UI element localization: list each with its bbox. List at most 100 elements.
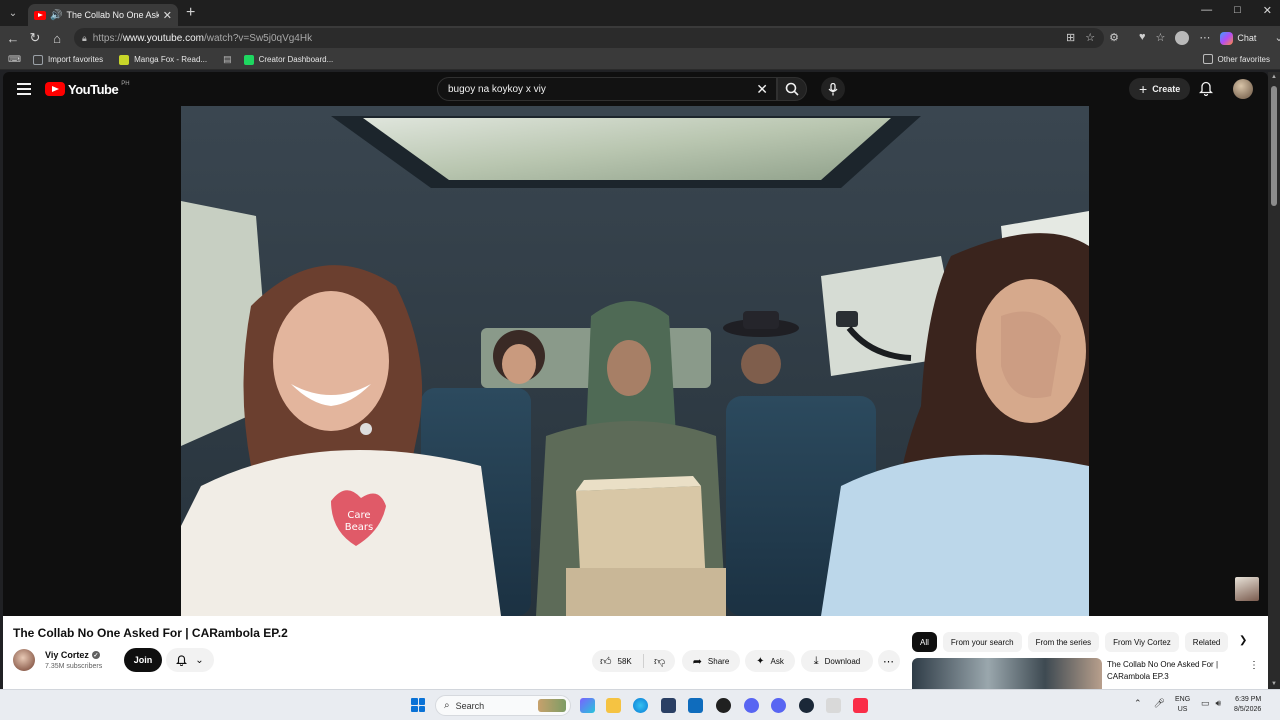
other-favorites[interactable]: Other favorites bbox=[1202, 54, 1270, 64]
video-player[interactable]: Care Bears bbox=[181, 106, 1089, 616]
notepad-icon[interactable] bbox=[826, 698, 841, 713]
minimize-icon[interactable]: — bbox=[1201, 4, 1212, 17]
discord-icon[interactable] bbox=[744, 698, 759, 713]
refresh-icon[interactable]: ↻ bbox=[24, 30, 46, 46]
voice-search-button[interactable] bbox=[821, 77, 845, 101]
window-close-icon[interactable]: ✕ bbox=[1263, 4, 1272, 17]
chip-related[interactable]: Related bbox=[1184, 632, 1229, 652]
tab-actions-menu-icon[interactable]: ⌄ bbox=[2, 3, 24, 23]
quick-settings[interactable]: ▭ 🔊︎ bbox=[1201, 698, 1221, 709]
ask-button[interactable]: ✦ Ask bbox=[745, 650, 795, 672]
browser-essentials-icon[interactable]: ♥︎ bbox=[1139, 31, 1146, 45]
subscription-notifications-button[interactable]: ⌄ bbox=[166, 648, 214, 672]
taskbar-search-placeholder: Search bbox=[455, 700, 485, 711]
copilot-chat-button[interactable]: Chat bbox=[1220, 31, 1256, 45]
new-tab-button[interactable]: + bbox=[186, 4, 195, 22]
tab-audio-speaker-icon[interactable]: 🔊 bbox=[50, 10, 62, 21]
home-icon[interactable]: ⌂ bbox=[46, 31, 68, 46]
download-button[interactable]: ⤓ Download bbox=[801, 650, 873, 672]
file-explorer-icon[interactable] bbox=[606, 698, 621, 713]
address-bar[interactable]: 🔒︎ https://www.youtube.com/watch?v=Sw5j0… bbox=[74, 28, 1104, 48]
microphone-icon[interactable]: 🎤︎ bbox=[1154, 698, 1165, 709]
back-arrow-icon[interactable]: ← bbox=[2, 31, 24, 46]
channel-name-link[interactable]: Viy Cortez ✓ bbox=[45, 650, 100, 660]
favorite-star-icon[interactable]: ☆ bbox=[1085, 31, 1095, 45]
show-hidden-icons-chevron-icon[interactable]: ⌃ bbox=[1134, 698, 1142, 709]
scrollbar-thumb[interactable] bbox=[1271, 86, 1277, 206]
favorite-creator-dashboard[interactable]: Creator Dashboard... bbox=[243, 54, 334, 65]
folder-icon bbox=[1202, 54, 1213, 64]
maximize-icon[interactable]: □ bbox=[1234, 4, 1241, 17]
search-input[interactable]: bugoy na koykoy x viy ✕ bbox=[437, 77, 777, 101]
outlook-icon[interactable] bbox=[688, 698, 703, 713]
search-button[interactable] bbox=[777, 77, 807, 101]
scroll-down-icon[interactable]: ▼ bbox=[1271, 681, 1277, 687]
country-code: PH bbox=[121, 81, 130, 87]
dislike-button[interactable]: 👎︎ bbox=[644, 655, 665, 668]
steam-icon[interactable] bbox=[799, 698, 814, 713]
edge-browser-icon[interactable] bbox=[633, 698, 648, 713]
more-actions-icon[interactable]: ⋯ bbox=[878, 650, 900, 672]
account-avatar[interactable] bbox=[1233, 79, 1253, 99]
join-button[interactable]: Join bbox=[124, 648, 162, 672]
clear-search-icon[interactable]: ✕ bbox=[756, 81, 768, 98]
discord-ptb-icon[interactable] bbox=[771, 698, 786, 713]
share-arrow-icon: ➦ bbox=[692, 655, 702, 668]
recommendation-more-icon[interactable]: ⋮ bbox=[1249, 660, 1259, 671]
video-info-area: The Collab No One Asked For | CARambola … bbox=[3, 616, 1268, 689]
system-clock[interactable]: 6:39 PM 8/5/2026 bbox=[1234, 695, 1261, 715]
channel-avatar[interactable] bbox=[13, 649, 35, 671]
favorites-collection-icon[interactable]: ☆ bbox=[1156, 31, 1166, 45]
favorites-bar: ⌨︎ Import favorites Manga Fox - Read... … bbox=[0, 50, 1280, 70]
input-language[interactable]: ENG US bbox=[1175, 695, 1190, 715]
related-filter-chips: All From your search From the series Fro… bbox=[912, 632, 1256, 654]
chip-from-the-series[interactable]: From the series bbox=[1027, 632, 1100, 652]
reading-list-icon[interactable]: ▤ bbox=[223, 54, 232, 65]
volume-icon: 🔊︎ bbox=[1215, 698, 1222, 708]
chevron-right-icon[interactable]: ❯ bbox=[1239, 635, 1247, 646]
kick-icon bbox=[243, 54, 254, 65]
chevron-down-icon[interactable]: ⌄ bbox=[1274, 31, 1280, 45]
music-app-icon[interactable] bbox=[853, 698, 868, 713]
gamepad-icon[interactable]: ⌨︎ bbox=[8, 54, 21, 65]
app-icon[interactable] bbox=[716, 698, 731, 713]
scroll-up-icon[interactable]: ▲ bbox=[1271, 74, 1277, 80]
profile-avatar-icon[interactable] bbox=[1175, 31, 1190, 45]
favorite-label: Creator Dashboard... bbox=[258, 55, 334, 64]
settings-more-icon[interactable]: ⋯ bbox=[1199, 31, 1210, 45]
extensions-puzzle-icon[interactable]: ⚙ bbox=[1109, 31, 1119, 45]
favorite-label: Manga Fox - Read... bbox=[134, 55, 208, 64]
favorite-manga-fox[interactable]: Manga Fox - Read... bbox=[119, 54, 208, 65]
search-highlight-image bbox=[538, 699, 566, 712]
copilot-app-icon[interactable] bbox=[580, 698, 595, 713]
mini-thumbnail[interactable] bbox=[1235, 577, 1259, 601]
like-dislike-group: 👍︎ 58K 👎︎ bbox=[592, 650, 675, 672]
chip-from-channel[interactable]: From Viy Cortez bbox=[1105, 632, 1179, 652]
copilot-chat-label: Chat bbox=[1237, 33, 1257, 43]
site-info-lock-icon[interactable]: 🔒︎ bbox=[82, 33, 87, 44]
notifications-button[interactable] bbox=[1198, 80, 1214, 101]
create-button[interactable]: + Create bbox=[1129, 78, 1191, 100]
sparkle-icon: ✦ bbox=[756, 655, 765, 667]
chip-from-your-search[interactable]: From your search bbox=[942, 632, 1022, 652]
share-label: Share bbox=[707, 656, 730, 666]
menu-hamburger-icon[interactable] bbox=[17, 83, 31, 95]
tab-title: The Collab No One Asked For bbox=[66, 10, 159, 20]
share-button[interactable]: ➦ Share bbox=[682, 650, 740, 672]
recommendation-thumbnail[interactable] bbox=[912, 658, 1102, 689]
system-tray: ⌃ 🎤︎ bbox=[1134, 698, 1165, 709]
taskbar-search-box[interactable]: ⌕ Search bbox=[435, 695, 571, 716]
app-available-icon[interactable]: ⊞ bbox=[1066, 31, 1075, 45]
chip-all[interactable]: All bbox=[912, 632, 937, 652]
browser-tab-youtube[interactable]: 🔊 The Collab No One Asked For ✕ bbox=[28, 4, 178, 26]
page-scrollbar[interactable]: ▲ ▼ bbox=[1268, 72, 1280, 689]
windows-start-icon[interactable] bbox=[411, 698, 425, 712]
favorite-import[interactable]: Import favorites bbox=[33, 54, 103, 65]
store-icon[interactable] bbox=[661, 698, 676, 713]
like-button[interactable]: 👍︎ 58K bbox=[592, 654, 644, 668]
recommendation-title[interactable]: The Collab No One Asked For | CARambola … bbox=[1107, 659, 1237, 683]
address-bar-actions: ⊞ ☆ ⚙ ♥︎ ☆ ⋯ Chat ⌄ bbox=[1066, 31, 1280, 45]
tab-close-icon[interactable]: ✕ bbox=[163, 9, 172, 22]
clock-time: 6:39 PM bbox=[1235, 696, 1262, 703]
youtube-logo[interactable]: YouTube PH bbox=[45, 81, 130, 97]
